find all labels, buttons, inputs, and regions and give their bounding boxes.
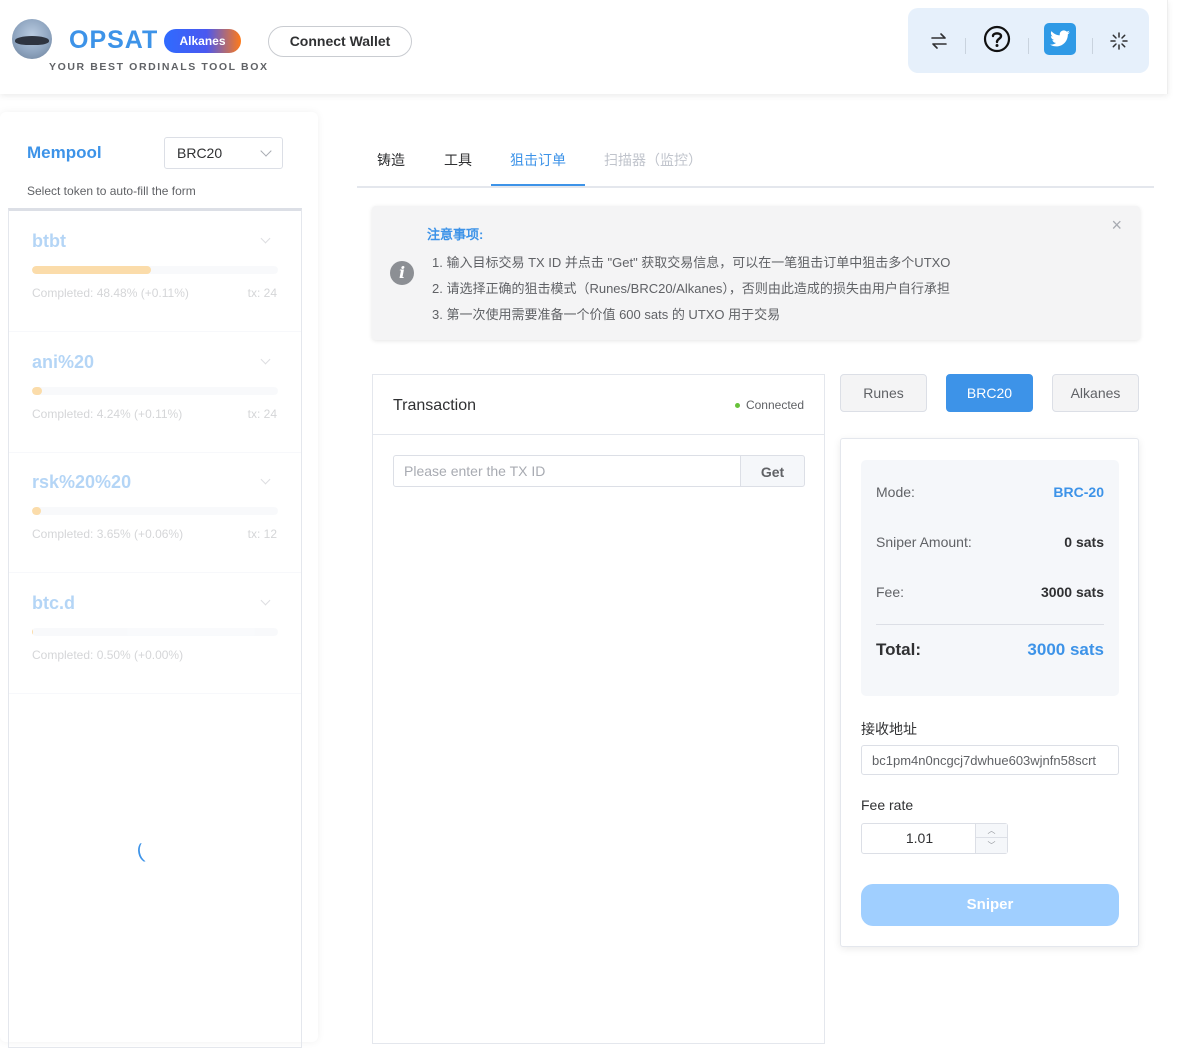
connection-status: Connected	[734, 398, 804, 412]
token-item[interactable]: rsk%20%20 Completed: 3.65% (+0.06%) tx: …	[9, 452, 301, 573]
tab-tools[interactable]: 工具	[444, 150, 472, 170]
notice-line: 1. 输入目标交易 TX ID 并点击 "Get" 获取交易信息，可以在一笔狙击…	[432, 255, 951, 270]
mempool-sidebar: Mempool BRC20 Select token to auto-fill …	[0, 112, 318, 1048]
token-name: btc.d	[32, 593, 75, 613]
select-value: BRC20	[177, 145, 223, 161]
tx-id-input[interactable]	[393, 455, 741, 487]
fee-rate-value[interactable]: 1.01	[862, 824, 977, 853]
sidebar-hint: Select token to auto-fill the form	[27, 184, 196, 198]
notice-title: 注意事项:	[427, 227, 484, 242]
tab-scanner[interactable]: 扫描器（监控）	[604, 150, 702, 170]
mode-brc20-button[interactable]: BRC20	[946, 374, 1033, 412]
completed-text: Completed: 0.50% (+0.00%)	[32, 648, 184, 662]
completed-text: Completed: 48.48% (+0.11%)	[32, 286, 189, 300]
token-item[interactable]: btbt Completed: 48.48% (+0.11%) tx: 24	[9, 211, 301, 332]
transaction-header: Transaction Connected	[373, 375, 824, 435]
total-value: 3000 sats	[1027, 640, 1104, 659]
toolbar	[908, 8, 1149, 73]
stepper-controls: ︿ ﹀	[975, 824, 1007, 853]
status-dot-icon	[734, 403, 740, 409]
sniper-button[interactable]: Sniper	[861, 884, 1119, 926]
summary-divider	[876, 624, 1104, 625]
active-tab-indicator	[491, 184, 585, 186]
loading-spinner-icon: (	[134, 840, 146, 864]
address-label: 接收地址	[861, 721, 917, 737]
fee-rate-stepper[interactable]: 1.01 ︿ ﹀	[861, 823, 1008, 854]
mempool-title: Mempool	[27, 143, 102, 162]
toolbar-divider	[965, 38, 966, 54]
alkanes-badge: Alkanes	[164, 29, 241, 53]
connect-wallet-button[interactable]: Connect Wallet	[268, 26, 412, 57]
token-name: rsk%20%20	[32, 472, 132, 492]
chevron-down-icon	[260, 145, 272, 157]
tab-mint[interactable]: 铸造	[377, 150, 405, 170]
swap-icon[interactable]	[928, 26, 950, 56]
chevron-down-icon[interactable]	[260, 354, 271, 365]
chevron-down-icon[interactable]	[260, 233, 271, 244]
progress-bar	[32, 628, 278, 636]
tab-bar: 铸造 工具 狙击订单 扫描器（监控）	[357, 133, 1154, 188]
transaction-title: Transaction	[393, 397, 476, 414]
receive-address-input[interactable]	[861, 745, 1119, 775]
completed-text: Completed: 3.65% (+0.06%)	[32, 527, 184, 541]
close-icon[interactable]: ×	[1111, 215, 1122, 236]
mode-alkanes-button[interactable]: Alkanes	[1052, 374, 1139, 412]
brand-name: OPSAT	[69, 26, 159, 54]
progress-bar	[32, 266, 278, 274]
mode-value: BRC-20	[1053, 484, 1104, 500]
loading-spinner-icon[interactable]	[1109, 26, 1129, 56]
token-name: btbt	[32, 231, 66, 251]
transaction-panel: Transaction Connected Get	[372, 374, 825, 1044]
token-name: ani%20	[32, 352, 95, 372]
chevron-down-icon[interactable]	[260, 474, 271, 485]
token-list: btbt Completed: 48.48% (+0.11%) tx: 24 a…	[8, 208, 302, 1048]
fee-value: 3000 sats	[1040, 584, 1104, 600]
sniper-card: Mode: BRC-20 Sniper Amount: 0 sats Fee: …	[840, 438, 1139, 947]
token-item[interactable]: btc.d Completed: 0.50% (+0.00%)	[9, 573, 301, 694]
top-header: OPSAT Alkanes YOUR BEST ORDINALS TOOL BO…	[0, 0, 1168, 94]
tx-count: tx: 12	[247, 527, 277, 541]
info-icon: i	[390, 261, 414, 285]
mode-runes-button[interactable]: Runes	[840, 374, 927, 412]
get-button[interactable]: Get	[740, 455, 805, 487]
notice-alert: i 注意事项: 1. 输入目标交易 TX ID 并点击 "Get" 获取交易信息…	[372, 206, 1140, 340]
notice-line: 3. 第一次使用需要准备一个价值 600 sats 的 UTXO 用于交易	[432, 307, 781, 322]
completed-text: Completed: 4.24% (+0.11%)	[32, 407, 183, 421]
token-type-select[interactable]: BRC20	[164, 137, 283, 169]
tab-snipe-orders[interactable]: 狙击订单	[510, 150, 566, 170]
help-circle-icon[interactable]	[982, 24, 1012, 54]
toolbar-divider	[1092, 38, 1093, 54]
progress-bar	[32, 387, 278, 395]
fee-rate-label: Fee rate	[861, 797, 914, 813]
amount-value: 0 sats	[1064, 534, 1104, 550]
toolbar-divider	[1028, 38, 1029, 54]
increment-icon[interactable]: ︿	[976, 824, 1007, 838]
tx-count: tx: 24	[247, 407, 277, 421]
notice-line: 2. 请选择正确的狙击模式（Runes/BRC20/Alkanes），否则由此造…	[432, 281, 950, 296]
logo-image	[12, 19, 52, 59]
twitter-icon[interactable]	[1044, 23, 1076, 55]
decrement-icon[interactable]: ﹀	[976, 839, 1007, 853]
token-item[interactable]: ani%20 Completed: 4.24% (+0.11%) tx: 24	[9, 332, 301, 453]
tagline: YOUR BEST ORDINALS TOOL BOX	[49, 61, 269, 73]
progress-bar	[32, 507, 278, 515]
tx-count: tx: 24	[247, 286, 277, 300]
chevron-down-icon[interactable]	[260, 595, 271, 606]
order-summary: Mode: BRC-20 Sniper Amount: 0 sats Fee: …	[861, 460, 1119, 696]
